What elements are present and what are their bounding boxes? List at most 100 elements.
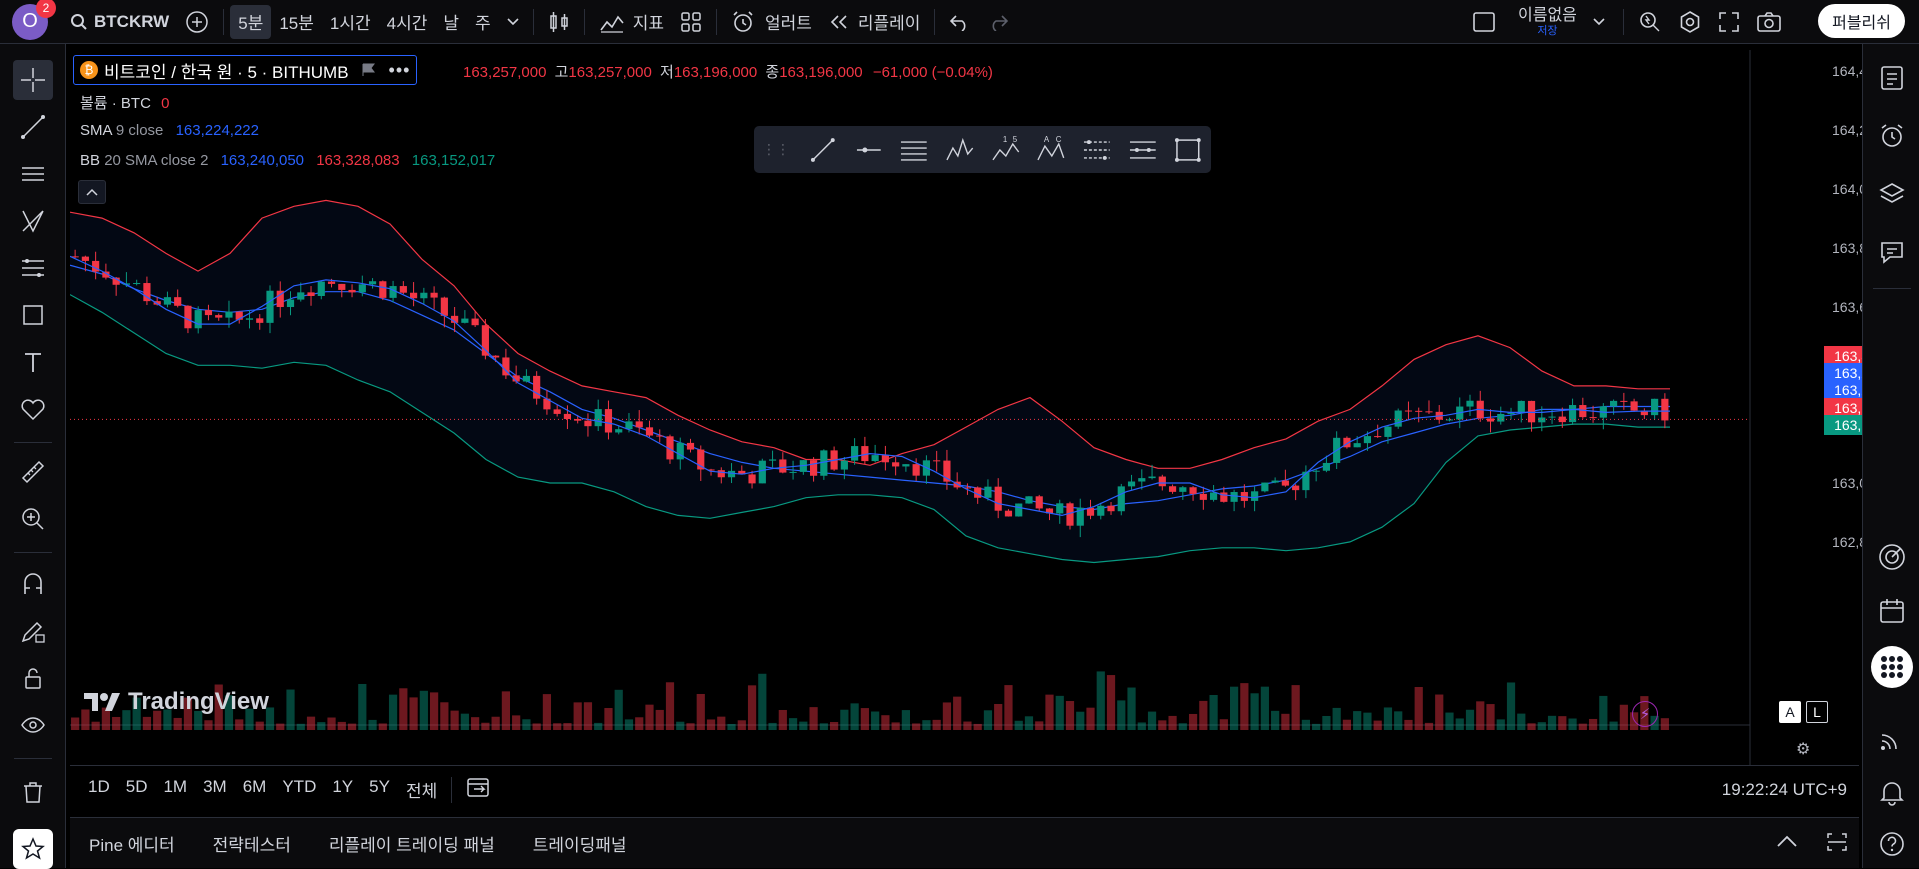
horizontal-ray-icon[interactable] [853, 134, 885, 166]
volume-bar [450, 710, 459, 730]
candle-body [615, 429, 623, 433]
range-3m[interactable]: 3M [195, 777, 235, 802]
rectangle-icon[interactable] [1172, 134, 1204, 166]
range-1d[interactable]: 1D [80, 777, 118, 802]
chart-pane[interactable]: ₿ 비트코인 / 한국 원 · 5 · BITHUMB ••• 163,257,… [70, 50, 1919, 805]
more-icon[interactable]: ••• [389, 60, 411, 81]
notifications-button[interactable] [1872, 772, 1912, 812]
volume-bar [983, 710, 993, 730]
products-button[interactable] [1871, 646, 1913, 688]
magnet-mode-tool[interactable] [13, 564, 53, 604]
favorites-tool[interactable] [13, 829, 53, 869]
interval-1h[interactable]: 1시간 [322, 5, 379, 39]
horizontal-lines-tool[interactable] [13, 154, 53, 194]
text-tool[interactable] [13, 342, 53, 382]
indicators-button[interactable]: 지표 [591, 5, 672, 39]
axis-settings-icon[interactable]: ⚙ [1796, 739, 1810, 759]
interval-week[interactable]: 주 [467, 5, 499, 39]
undo-button[interactable] [941, 5, 979, 39]
calendar-button[interactable] [1872, 591, 1912, 631]
settings-button[interactable] [1670, 5, 1710, 39]
lightning-icon[interactable]: ⚡ [1632, 701, 1658, 727]
interval-4h[interactable]: 4시간 [379, 5, 436, 39]
date-range-icon[interactable] [1127, 134, 1159, 166]
tab-pine-editor[interactable]: Pine 에디터 [70, 831, 194, 856]
fullscreen-button[interactable] [1710, 5, 1748, 39]
shapes-tool[interactable] [13, 295, 53, 335]
trend-line-tool[interactable] [13, 107, 53, 147]
goto-date-button[interactable] [458, 776, 500, 803]
volume-bar [1045, 694, 1054, 730]
lock-drawings-tool[interactable] [13, 658, 53, 698]
data-window-button[interactable] [1872, 719, 1912, 759]
layout-name-menu[interactable]: 이름없음 저장 [1518, 7, 1605, 37]
maximize-panel-button[interactable] [1826, 832, 1848, 857]
hide-drawings-tool[interactable] [13, 705, 53, 745]
drag-handle[interactable]: ⋮⋮ [762, 141, 790, 158]
templates-button[interactable] [672, 5, 710, 39]
tab-replay-trading-panel[interactable]: 리플레이 트레이딩 패널 [310, 831, 514, 856]
range-ytd[interactable]: YTD [274, 777, 324, 802]
redo-button[interactable] [979, 5, 1017, 39]
parallel-channel-icon[interactable] [898, 134, 930, 166]
object-tree-button[interactable] [1872, 174, 1912, 214]
divider [715, 8, 717, 35]
volume-legend[interactable]: 볼륨 · BTC 0 [80, 92, 169, 113]
chats-button[interactable] [1872, 232, 1912, 272]
tab-strategy-tester[interactable]: 전략테스터 [194, 831, 310, 856]
trend-line-icon[interactable] [807, 134, 839, 166]
abc-pattern-icon[interactable]: AC [1035, 134, 1067, 166]
sma-legend[interactable]: SMA 9 close 163,224,222 [80, 122, 259, 139]
publish-button[interactable]: 퍼블리쉬 [1818, 4, 1905, 38]
interval-5m[interactable]: 5분 [230, 4, 272, 39]
chart-type-button[interactable] [540, 5, 578, 39]
alert-button[interactable]: 얼러트 [723, 5, 820, 39]
pattern-tool[interactable] [13, 201, 53, 241]
crosshair-tool[interactable] [13, 60, 53, 100]
tab-trading-panel[interactable]: 트레이딩패널 [514, 831, 646, 856]
auto-scale-button[interactable]: A [1779, 701, 1801, 723]
tradingview-watermark[interactable]: TradingView [82, 688, 269, 716]
range-1y[interactable]: 1Y [324, 777, 361, 802]
log-scale-button[interactable]: L [1806, 701, 1828, 723]
range-1m[interactable]: 1M [155, 777, 195, 802]
clock-timezone[interactable]: 19:22:24 UTC+9 [1722, 780, 1847, 800]
interval-day[interactable]: 날 [435, 5, 467, 39]
range-전체[interactable]: 전체 [398, 777, 445, 802]
watchlist-button[interactable] [1872, 58, 1912, 98]
volume-bar [1158, 720, 1167, 730]
measure-tool[interactable] [13, 452, 53, 492]
icons-tool[interactable] [13, 389, 53, 429]
interval-15m[interactable]: 15분 [271, 5, 322, 39]
bb-legend[interactable]: BB 20 SMA close 2 163,240,050 163,328,08… [80, 152, 495, 169]
interval-dropdown[interactable] [499, 5, 527, 39]
symbol-legend[interactable]: ₿ 비트코인 / 한국 원 · 5 · BITHUMB ••• [73, 55, 418, 85]
stay-in-drawing-mode-tool[interactable] [13, 611, 53, 651]
compare-symbol-button[interactable] [177, 5, 217, 39]
price-range-icon[interactable] [1081, 134, 1113, 166]
remove-drawings-tool[interactable] [13, 772, 53, 812]
range-5y[interactable]: 5Y [361, 777, 398, 802]
replay-button[interactable]: 리플레이 [820, 5, 929, 39]
bottom-panel-tabs: Pine 에디터 전략테스터 리플레이 트레이딩 패널 트레이딩패널 [70, 817, 1859, 868]
divider [1622, 9, 1624, 35]
quick-search-button[interactable] [1630, 5, 1670, 39]
right-sidebar [1862, 44, 1919, 868]
user-avatar[interactable]: O2 [12, 0, 56, 40]
range-6m[interactable]: 6M [235, 777, 275, 802]
ideas-button[interactable] [1872, 537, 1912, 577]
wave-15-icon[interactable]: 15 [990, 134, 1022, 166]
projection-tool[interactable] [13, 248, 53, 288]
zoom-in-tool[interactable] [13, 499, 53, 539]
alerts-button[interactable] [1872, 116, 1912, 156]
symbol-search-button[interactable]: BTCKRW [62, 5, 177, 39]
layout-toggle-button[interactable] [1464, 5, 1504, 39]
range-5d[interactable]: 5D [118, 777, 156, 802]
elliott-wave-icon[interactable] [944, 134, 976, 166]
help-button[interactable] [1872, 824, 1912, 864]
volume-bar [1055, 695, 1064, 730]
candle-body [840, 460, 848, 470]
snapshot-button[interactable] [1748, 5, 1790, 39]
expand-panel-button[interactable] [1776, 834, 1798, 853]
collapse-legend-button[interactable] [78, 180, 106, 204]
